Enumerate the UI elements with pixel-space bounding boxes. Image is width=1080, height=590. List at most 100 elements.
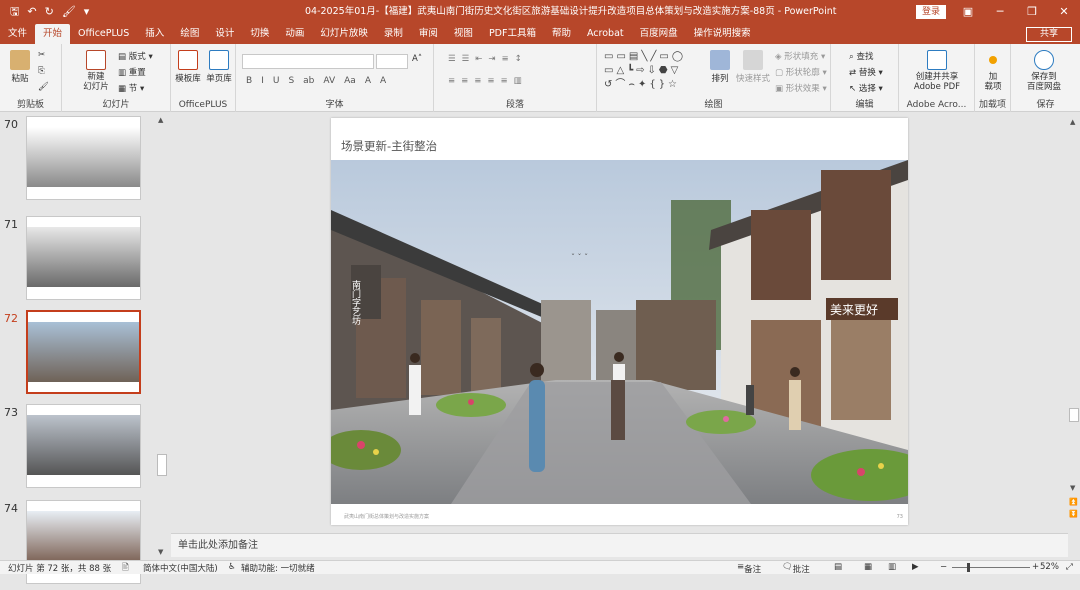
find-button[interactable]: ⌕ 查找 [849,50,873,62]
tab-0[interactable]: 文件 [0,24,35,44]
accessibility-status[interactable]: 辅助功能: 一切就绪 [241,562,315,574]
thumbnail-row[interactable]: 74 [0,500,156,590]
notes-toggle-button[interactable]: ≡ 备注 [737,562,761,575]
font-btn-3[interactable]: S [288,76,294,86]
font-btn-1[interactable]: I [261,76,264,86]
shape-effects-button[interactable]: ▣ 形状效果 ▾ [775,82,827,94]
accessibility-icon[interactable]: ♿ [228,562,236,572]
scroll-up-icon[interactable]: ▲ [158,116,163,124]
ribbon-display-icon[interactable]: ▣ [952,0,984,24]
tab-12[interactable]: PDF工具箱 [481,24,544,44]
next-slide-icon[interactable]: ⏬ [1069,510,1078,518]
tab-13[interactable]: 帮助 [544,24,579,44]
quick-styles-button[interactable]: 快速样式 [735,50,771,84]
redo-icon[interactable]: ↻ [45,0,54,24]
restore-icon[interactable]: ❒ [1016,0,1048,24]
tab-9[interactable]: 录制 [376,24,411,44]
replace-button[interactable]: ⇄ 替换 ▾ [849,66,883,78]
slide-thumbnail[interactable] [26,116,141,200]
section-button[interactable]: ▦ 节 ▾ [118,82,144,94]
thumbnail-row[interactable]: 72 [0,310,156,400]
tab-3[interactable]: 插入 [137,24,172,44]
font-btn-6[interactable]: Aa [344,76,356,86]
tab-4[interactable]: 绘图 [172,24,207,44]
reading-view-icon[interactable]: ▥ [888,562,896,572]
cut-icon[interactable]: ✂ [38,50,45,60]
format-painter-small-icon[interactable]: 🖌 [38,82,49,92]
grow-font-icon[interactable]: A˄ [412,54,422,64]
current-slide[interactable]: 场景更新-主街整治 美来更好 南门字艺坊 ˇ ˇ ˇ 武夷山南门街总体策划与改造… [331,118,908,525]
fit-slide-icon[interactable]: ⤢ [1066,562,1073,572]
font-family-combo[interactable] [242,54,374,69]
comments-toggle-button[interactable]: 🗨 批注 [782,562,810,575]
arrange-button[interactable]: 排列 [707,50,733,84]
save-baidu-button[interactable]: 保存到 百度网盘 [1015,50,1073,92]
tab-6[interactable]: 切换 [242,24,277,44]
tab-2[interactable]: OfficePLUS [70,24,137,44]
tab-8[interactable]: 幻灯片放映 [312,24,376,44]
language-indicator[interactable]: 简体中文(中国大陆) [143,562,218,574]
share-button[interactable]: 共享 [1026,27,1072,42]
normal-view-icon[interactable]: ▤ [834,562,842,572]
single-page-lib-button[interactable]: 单页库 [204,50,234,84]
zoom-level[interactable]: 52% [1040,562,1059,572]
editor-scroll-thumb[interactable] [1069,408,1079,422]
close-icon[interactable]: ✕ [1048,0,1080,24]
slide-thumbnail[interactable] [26,404,141,488]
login-button[interactable]: 登录 [916,5,946,19]
shapes-gallery[interactable]: ▭▭▤╲╱▭◯ ▭△┗⇨⇩⬣▽ ↺⌒⌢✦{}☆ [604,50,684,92]
shape-outline-button[interactable]: ▢ 形状轮廓 ▾ [775,66,827,78]
layout-button[interactable]: ▤ 版式 ▾ [118,50,153,62]
font-btn-0[interactable]: B [246,76,252,86]
prev-slide-icon[interactable]: ⏫ [1069,498,1078,506]
tab-15[interactable]: 百度网盘 [632,24,686,44]
tab-1[interactable]: 开始 [35,24,71,44]
tab-16[interactable]: 操作说明搜索 [686,24,759,44]
paste-button[interactable]: 粘贴 [6,50,34,84]
zoom-slider[interactable] [952,567,1030,568]
reset-button[interactable]: ▥ 重置 [118,66,146,78]
font-size-combo[interactable] [376,54,408,69]
tab-14[interactable]: Acrobat [579,24,632,44]
editor-scroll-down-icon[interactable]: ▼ [1070,484,1075,492]
thumbnail-row[interactable]: 71 [0,216,156,306]
editor-scrollbar[interactable]: ▲ ▼ ⏫ ⏬ [1068,112,1080,560]
tab-11[interactable]: 视图 [446,24,481,44]
minimize-icon[interactable]: ─ [984,0,1016,24]
thumbnail-row[interactable]: 70 [0,116,156,206]
addins-button[interactable]: 加 载项 [979,50,1007,92]
scroll-down-icon[interactable]: ▼ [158,548,163,556]
notes-pane[interactable]: 单击此处添加备注 [171,533,1068,557]
font-btn-8[interactable]: A [380,76,386,86]
thumbnails-scrollbar[interactable]: ▲ ▼ [156,112,168,560]
thumbnails-scroll-thumb[interactable] [157,454,167,476]
font-btn-7[interactable]: A [365,76,371,86]
slideshow-icon[interactable]: ▶ [912,562,919,572]
customize-qat-icon[interactable]: ▾ [84,0,90,24]
template-lib-button[interactable]: 模板库 [173,50,203,84]
create-adobe-pdf-button[interactable]: 创建并共享 Adobe PDF [901,50,973,92]
font-btn-5[interactable]: AV [323,76,335,86]
slide-thumbnail[interactable] [26,310,141,394]
select-button[interactable]: ↖ 选择 ▾ [849,82,883,94]
align-buttons[interactable]: ≡≡≡≡≡▥ [448,76,528,86]
save-icon[interactable]: 🖫 [10,0,19,24]
copy-icon[interactable]: ⎘ [38,66,45,76]
tab-5[interactable]: 设计 [207,24,242,44]
slide-thumbnail[interactable] [26,216,141,300]
shape-fill-button[interactable]: ◈ 形状填充 ▾ [775,50,825,62]
font-btn-2[interactable]: U [273,76,280,86]
font-btn-4[interactable]: ab [303,76,314,86]
tab-7[interactable]: 动画 [277,24,312,44]
zoom-in-icon[interactable]: + [1032,562,1039,572]
new-slide-button[interactable]: 新建 幻灯片 [80,50,112,92]
zoom-out-icon[interactable]: − [940,562,947,572]
list-buttons[interactable]: ☰☰⇤⇥≡↕ [448,54,528,64]
zoom-slider-thumb[interactable] [967,563,970,572]
format-painter-icon[interactable]: 🖌 [62,0,76,24]
editor-scroll-up-icon[interactable]: ▲ [1070,118,1075,126]
undo-icon[interactable]: ↶ [27,0,36,24]
tab-10[interactable]: 审阅 [411,24,446,44]
thumbnail-row[interactable]: 73 [0,404,156,494]
slide-sorter-icon[interactable]: ▦ [864,562,872,572]
